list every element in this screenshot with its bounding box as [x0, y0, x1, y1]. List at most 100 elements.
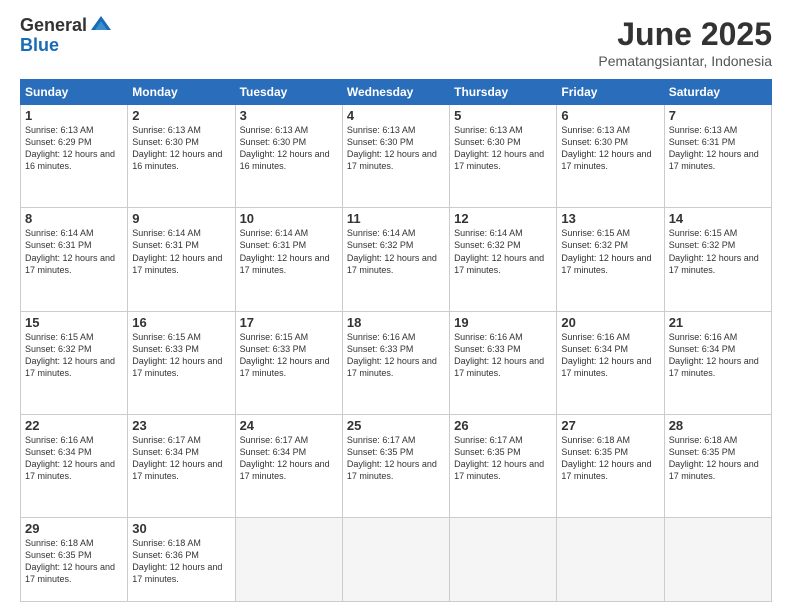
month-title: June 2025	[598, 16, 772, 53]
day-info: Sunrise: 6:13 AMSunset: 6:29 PMDaylight:…	[25, 125, 115, 171]
table-row: 6 Sunrise: 6:13 AMSunset: 6:30 PMDayligh…	[557, 105, 664, 208]
day-info: Sunrise: 6:18 AMSunset: 6:35 PMDaylight:…	[561, 435, 651, 481]
day-number: 25	[347, 418, 445, 433]
day-info: Sunrise: 6:14 AMSunset: 6:31 PMDaylight:…	[132, 228, 222, 274]
table-row: 18 Sunrise: 6:16 AMSunset: 6:33 PMDaylig…	[342, 311, 449, 414]
table-row: 27 Sunrise: 6:18 AMSunset: 6:35 PMDaylig…	[557, 414, 664, 517]
day-number: 19	[454, 315, 552, 330]
day-info: Sunrise: 6:16 AMSunset: 6:34 PMDaylight:…	[561, 332, 651, 378]
day-info: Sunrise: 6:14 AMSunset: 6:31 PMDaylight:…	[25, 228, 115, 274]
table-row	[664, 518, 771, 602]
day-number: 4	[347, 108, 445, 123]
table-row: 21 Sunrise: 6:16 AMSunset: 6:34 PMDaylig…	[664, 311, 771, 414]
day-number: 10	[240, 211, 338, 226]
day-number: 3	[240, 108, 338, 123]
day-info: Sunrise: 6:13 AMSunset: 6:31 PMDaylight:…	[669, 125, 759, 171]
day-info: Sunrise: 6:15 AMSunset: 6:32 PMDaylight:…	[25, 332, 115, 378]
table-row	[235, 518, 342, 602]
logo: General Blue	[20, 16, 113, 56]
day-number: 8	[25, 211, 123, 226]
day-info: Sunrise: 6:13 AMSunset: 6:30 PMDaylight:…	[240, 125, 330, 171]
header-monday: Monday	[128, 80, 235, 105]
day-number: 30	[132, 521, 230, 536]
table-row	[450, 518, 557, 602]
table-row: 23 Sunrise: 6:17 AMSunset: 6:34 PMDaylig…	[128, 414, 235, 517]
table-row: 20 Sunrise: 6:16 AMSunset: 6:34 PMDaylig…	[557, 311, 664, 414]
day-number: 20	[561, 315, 659, 330]
day-number: 13	[561, 211, 659, 226]
day-number: 5	[454, 108, 552, 123]
table-row	[557, 518, 664, 602]
day-number: 22	[25, 418, 123, 433]
page: General Blue June 2025 Pematangsiantar, …	[0, 0, 792, 612]
day-info: Sunrise: 6:14 AMSunset: 6:31 PMDaylight:…	[240, 228, 330, 274]
logo-general-text: General	[20, 16, 87, 36]
table-row: 13 Sunrise: 6:15 AMSunset: 6:32 PMDaylig…	[557, 208, 664, 311]
table-row: 28 Sunrise: 6:18 AMSunset: 6:35 PMDaylig…	[664, 414, 771, 517]
day-number: 1	[25, 108, 123, 123]
day-info: Sunrise: 6:18 AMSunset: 6:35 PMDaylight:…	[669, 435, 759, 481]
table-row: 26 Sunrise: 6:17 AMSunset: 6:35 PMDaylig…	[450, 414, 557, 517]
day-info: Sunrise: 6:15 AMSunset: 6:32 PMDaylight:…	[669, 228, 759, 274]
day-info: Sunrise: 6:14 AMSunset: 6:32 PMDaylight:…	[454, 228, 544, 274]
table-row: 3 Sunrise: 6:13 AMSunset: 6:30 PMDayligh…	[235, 105, 342, 208]
day-number: 9	[132, 211, 230, 226]
table-row: 29 Sunrise: 6:18 AMSunset: 6:35 PMDaylig…	[21, 518, 128, 602]
day-number: 24	[240, 418, 338, 433]
day-info: Sunrise: 6:14 AMSunset: 6:32 PMDaylight:…	[347, 228, 437, 274]
day-info: Sunrise: 6:15 AMSunset: 6:32 PMDaylight:…	[561, 228, 651, 274]
table-row: 12 Sunrise: 6:14 AMSunset: 6:32 PMDaylig…	[450, 208, 557, 311]
day-info: Sunrise: 6:13 AMSunset: 6:30 PMDaylight:…	[132, 125, 222, 171]
day-number: 6	[561, 108, 659, 123]
calendar-table: Sunday Monday Tuesday Wednesday Thursday…	[20, 79, 772, 602]
table-row: 25 Sunrise: 6:17 AMSunset: 6:35 PMDaylig…	[342, 414, 449, 517]
day-number: 14	[669, 211, 767, 226]
day-info: Sunrise: 6:16 AMSunset: 6:34 PMDaylight:…	[669, 332, 759, 378]
table-row: 8 Sunrise: 6:14 AMSunset: 6:31 PMDayligh…	[21, 208, 128, 311]
location: Pematangsiantar, Indonesia	[598, 53, 772, 69]
day-number: 26	[454, 418, 552, 433]
table-row: 16 Sunrise: 6:15 AMSunset: 6:33 PMDaylig…	[128, 311, 235, 414]
table-row: 7 Sunrise: 6:13 AMSunset: 6:31 PMDayligh…	[664, 105, 771, 208]
table-row: 2 Sunrise: 6:13 AMSunset: 6:30 PMDayligh…	[128, 105, 235, 208]
table-row: 22 Sunrise: 6:16 AMSunset: 6:34 PMDaylig…	[21, 414, 128, 517]
table-row: 5 Sunrise: 6:13 AMSunset: 6:30 PMDayligh…	[450, 105, 557, 208]
table-row: 4 Sunrise: 6:13 AMSunset: 6:30 PMDayligh…	[342, 105, 449, 208]
day-info: Sunrise: 6:17 AMSunset: 6:35 PMDaylight:…	[454, 435, 544, 481]
day-number: 16	[132, 315, 230, 330]
day-number: 7	[669, 108, 767, 123]
calendar-week-row: 8 Sunrise: 6:14 AMSunset: 6:31 PMDayligh…	[21, 208, 772, 311]
day-info: Sunrise: 6:16 AMSunset: 6:34 PMDaylight:…	[25, 435, 115, 481]
day-number: 17	[240, 315, 338, 330]
table-row: 1 Sunrise: 6:13 AMSunset: 6:29 PMDayligh…	[21, 105, 128, 208]
day-info: Sunrise: 6:16 AMSunset: 6:33 PMDaylight:…	[454, 332, 544, 378]
calendar-week-row: 15 Sunrise: 6:15 AMSunset: 6:32 PMDaylig…	[21, 311, 772, 414]
table-row: 15 Sunrise: 6:15 AMSunset: 6:32 PMDaylig…	[21, 311, 128, 414]
table-row: 30 Sunrise: 6:18 AMSunset: 6:36 PMDaylig…	[128, 518, 235, 602]
header-sunday: Sunday	[21, 80, 128, 105]
day-number: 27	[561, 418, 659, 433]
header: General Blue June 2025 Pematangsiantar, …	[20, 16, 772, 69]
table-row: 24 Sunrise: 6:17 AMSunset: 6:34 PMDaylig…	[235, 414, 342, 517]
day-number: 21	[669, 315, 767, 330]
header-friday: Friday	[557, 80, 664, 105]
header-wednesday: Wednesday	[342, 80, 449, 105]
calendar-week-row: 1 Sunrise: 6:13 AMSunset: 6:29 PMDayligh…	[21, 105, 772, 208]
header-tuesday: Tuesday	[235, 80, 342, 105]
calendar-week-row: 22 Sunrise: 6:16 AMSunset: 6:34 PMDaylig…	[21, 414, 772, 517]
table-row: 14 Sunrise: 6:15 AMSunset: 6:32 PMDaylig…	[664, 208, 771, 311]
header-saturday: Saturday	[664, 80, 771, 105]
table-row: 11 Sunrise: 6:14 AMSunset: 6:32 PMDaylig…	[342, 208, 449, 311]
day-number: 29	[25, 521, 123, 536]
day-info: Sunrise: 6:18 AMSunset: 6:36 PMDaylight:…	[132, 538, 222, 584]
day-number: 18	[347, 315, 445, 330]
day-number: 2	[132, 108, 230, 123]
calendar-header-row: Sunday Monday Tuesday Wednesday Thursday…	[21, 80, 772, 105]
table-row: 17 Sunrise: 6:15 AMSunset: 6:33 PMDaylig…	[235, 311, 342, 414]
table-row: 19 Sunrise: 6:16 AMSunset: 6:33 PMDaylig…	[450, 311, 557, 414]
table-row	[342, 518, 449, 602]
day-number: 12	[454, 211, 552, 226]
table-row: 10 Sunrise: 6:14 AMSunset: 6:31 PMDaylig…	[235, 208, 342, 311]
day-info: Sunrise: 6:17 AMSunset: 6:34 PMDaylight:…	[240, 435, 330, 481]
header-thursday: Thursday	[450, 80, 557, 105]
